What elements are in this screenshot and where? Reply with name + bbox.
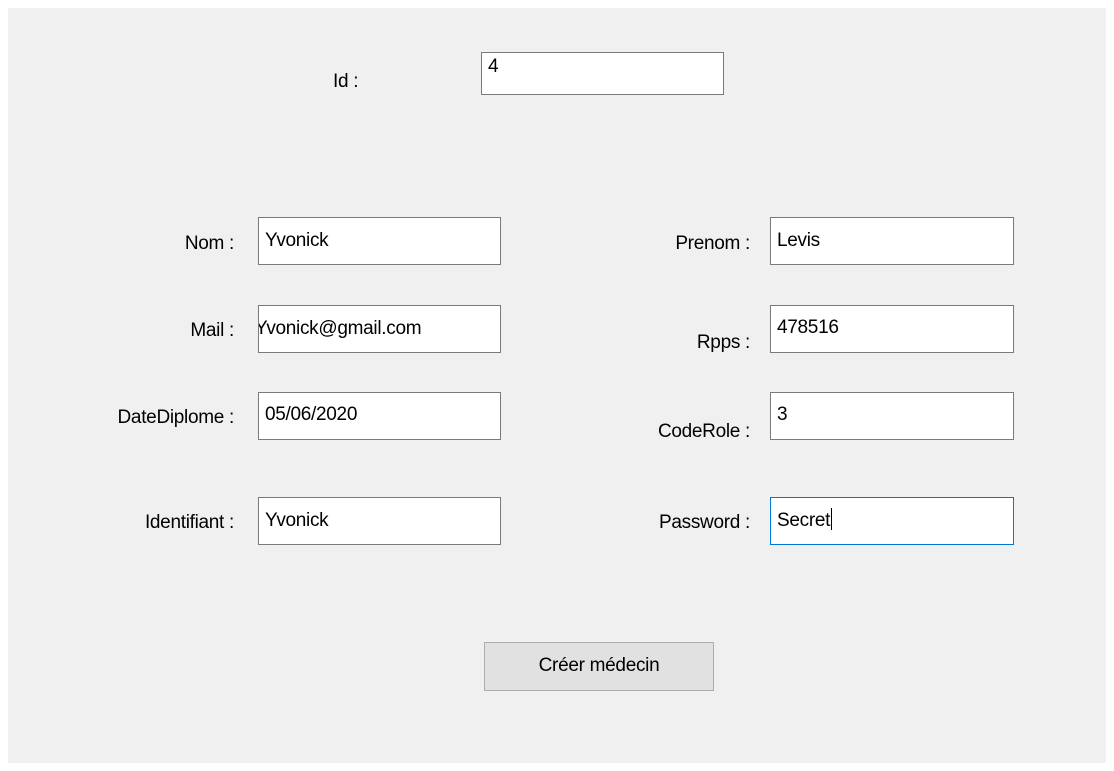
prenom-field[interactable]: Levis — [770, 217, 1014, 265]
password-value: Secret — [777, 510, 831, 531]
password-label: Password : — [659, 512, 750, 533]
prenom-label: Prenom : — [675, 233, 750, 254]
date-diplome-label: DateDiplome : — [117, 407, 235, 428]
mail-label: Mail : — [190, 320, 234, 341]
nom-label: Nom : — [184, 233, 234, 254]
form-panel: Id : 4 Nom : Yvonick Prenom : Levis Mail… — [8, 8, 1106, 763]
identifiant-label: Identifiant : — [144, 512, 234, 533]
password-field[interactable]: Secret — [770, 497, 1014, 545]
mail-field[interactable]: Yvonick@gmail.com — [258, 305, 501, 353]
date-diplome-field[interactable]: 05/06/2020 — [258, 392, 501, 440]
rpps-field[interactable]: 478516 — [770, 305, 1014, 353]
code-role-label: CodeRole : — [657, 421, 750, 442]
id-field[interactable]: 4 — [481, 52, 724, 95]
identifiant-field[interactable]: Yvonick — [258, 497, 501, 545]
create-medecin-button[interactable]: Créer médecin — [484, 642, 714, 691]
nom-field[interactable]: Yvonick — [258, 217, 501, 265]
rpps-label: Rpps : — [696, 332, 750, 353]
id-label: Id : — [333, 71, 359, 92]
text-caret — [831, 508, 833, 530]
code-role-field[interactable]: 3 — [770, 392, 1014, 440]
